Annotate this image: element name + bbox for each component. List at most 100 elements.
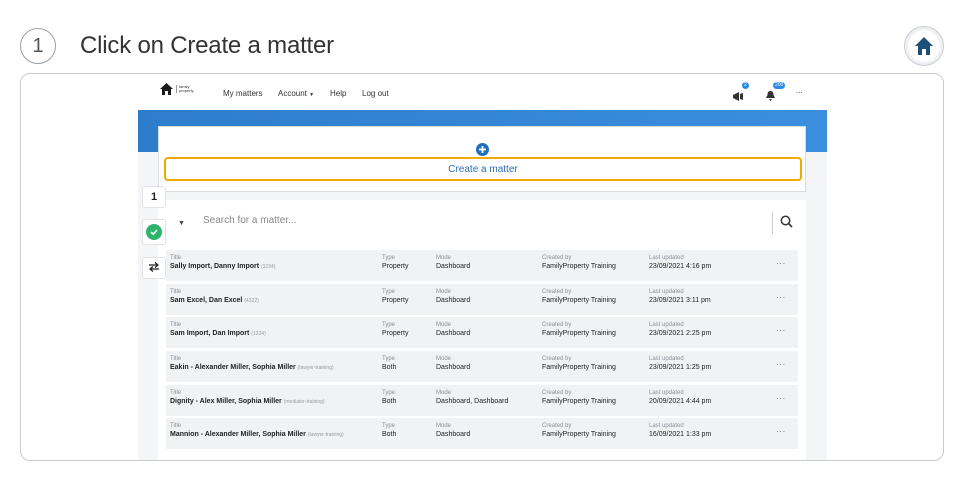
created-by-label: Created by [542, 255, 572, 261]
type-cell: Type Both [382, 422, 396, 440]
search-divider [772, 212, 773, 234]
mode-label: Mode [436, 356, 452, 363]
mode-cell: Mode Dashboard [436, 422, 470, 440]
row-more-icon[interactable]: ... [776, 291, 786, 300]
row-more-icon[interactable]: ... [776, 358, 786, 367]
created-by-label: Created by [542, 288, 572, 295]
last-updated-cell: Last updated 23/09/2021 2:25 pm [649, 321, 711, 339]
side-swap[interactable] [142, 257, 166, 279]
step-number: 1 [20, 28, 56, 64]
nav-help[interactable]: Help [330, 89, 346, 98]
type-cell: Type Property [382, 288, 408, 306]
chevron-down-icon: ▼ [309, 92, 315, 98]
title-cell: Title Sally Import, Danny Import (1234) [170, 254, 275, 272]
mode-value: Dashboard [436, 263, 471, 270]
nav-account-label: Account [278, 89, 307, 98]
created-by-cell: Created by FamilyProperty Training [542, 254, 616, 272]
home-button[interactable] [904, 26, 944, 66]
more-menu-icon[interactable]: ... [796, 86, 803, 95]
mode-label: Mode [436, 288, 452, 295]
last-updated-cell: Last updated 16/09/2021 1:33 pm [649, 422, 711, 440]
created-by-cell: Created by FamilyProperty Training [542, 355, 616, 373]
title-value: Eakin - Alexander Miller, Sophia Miller … [170, 364, 334, 372]
last-updated-value: 23/09/2021 1:25 pm [649, 364, 712, 372]
row-more-icon[interactable]: ... [776, 425, 786, 434]
nav-icons: 2 200 ... [728, 82, 823, 102]
side-step-count[interactable]: 1 [142, 186, 166, 208]
type-label: Type [382, 389, 396, 396]
search-input[interactable]: Search for a matter... [203, 215, 296, 226]
title-value: Dignity - Alex Miller, Sophia Miller (me… [170, 397, 325, 405]
created-by-value: FamilyProperty Training [542, 263, 616, 270]
last-updated-cell: Last updated 23/09/2021 1:25 pm [649, 355, 711, 373]
mode-cell: Mode Dashboard [436, 288, 470, 306]
created-by-value: FamilyProperty Training [542, 431, 616, 439]
type-label: Type [382, 288, 396, 295]
table-row[interactable]: Title Mannion - Alexander Miller, Sophia… [166, 418, 798, 450]
last-updated-cell: Last updated 20/09/2021 4:44 pm [649, 389, 711, 407]
title-label: Title [170, 322, 182, 329]
bell-icon[interactable] [766, 88, 775, 106]
table-row[interactable]: Title Eakin - Alexander Miller, Sophia M… [166, 351, 798, 383]
step-header: 1 Click on Create a matter [20, 26, 948, 68]
created-by-cell: Created by FamilyProperty Training [542, 321, 616, 339]
app-window: family property My matters Account ▼ Hel… [138, 74, 827, 460]
mode-cell: Mode Dashboard [436, 321, 470, 339]
mode-cell: Mode Dashboard [436, 254, 470, 272]
step-title: Click on Create a matter [80, 32, 334, 59]
created-by-label: Created by [542, 356, 572, 363]
screenshot-frame: family property My matters Account ▼ Hel… [20, 73, 944, 461]
logo[interactable]: family property [160, 83, 198, 95]
created-by-label: Created by [542, 322, 572, 329]
row-more-icon[interactable]: ... [776, 257, 786, 266]
type-value: Both [382, 431, 397, 439]
row-more-icon[interactable]: ... [776, 392, 786, 401]
created-by-label: Created by [542, 423, 572, 430]
last-updated-value: 23/09/2021 2:25 pm [649, 330, 712, 338]
table-row[interactable]: Title Sam Excel, Dan Excel (4322) Type P… [166, 283, 798, 315]
search-icon[interactable] [780, 215, 793, 233]
title-label: Title [170, 423, 182, 430]
nav-account[interactable]: Account ▼ [278, 89, 314, 98]
title-cell: Title Eakin - Alexander Miller, Sophia M… [170, 355, 334, 373]
type-value: Property [382, 296, 409, 304]
type-cell: Type Property [382, 254, 408, 272]
title-label: Title [170, 356, 182, 363]
create-matter-button[interactable]: Create a matter [164, 157, 802, 181]
last-updated-label: Last updated [649, 423, 684, 430]
type-label: Type [382, 322, 396, 329]
type-label: Type [382, 255, 396, 261]
type-value: Both [382, 397, 397, 405]
plus-circle-icon[interactable] [476, 143, 489, 156]
swap-arrows-icon [148, 259, 160, 277]
last-updated-label: Last updated [649, 356, 684, 363]
title-cell: Title Mannion - Alexander Miller, Sophia… [170, 422, 344, 440]
alerts-badge: 200 [773, 82, 786, 89]
table-row[interactable]: Title Sam Import, Dan Import (1234) Type… [166, 317, 798, 349]
last-updated-label: Last updated [649, 288, 684, 295]
mode-cell: Mode Dashboard, Dashboard [436, 389, 508, 407]
mode-label: Mode [436, 255, 452, 261]
table-row[interactable]: Title Dignity - Alex Miller, Sophia Mill… [166, 384, 798, 416]
created-by-label: Created by [542, 389, 572, 396]
type-label: Type [382, 356, 396, 363]
mode-label: Mode [436, 322, 452, 329]
matters-list: ▼ Search for a matter... Title Sally Imp… [158, 200, 806, 460]
last-updated-value: 16/09/2021 1:33 pm [649, 431, 712, 439]
last-updated-cell: Last updated 23/09/2021 3:11 pm [649, 288, 711, 306]
top-navigation: family property My matters Account ▼ Hel… [138, 74, 827, 110]
created-by-value: FamilyProperty Training [542, 364, 616, 372]
nav-logout[interactable]: Log out [362, 89, 389, 98]
title-label: Title [170, 389, 182, 396]
row-more-icon[interactable]: ... [776, 324, 786, 333]
megaphone-icon[interactable] [733, 88, 744, 106]
side-complete[interactable] [142, 219, 166, 245]
type-value: Property [382, 263, 409, 270]
collapse-chevron-icon[interactable]: ▼ [178, 220, 185, 227]
nav-my-matters[interactable]: My matters [223, 89, 263, 98]
table-row[interactable]: Title Sally Import, Danny Import (1234) … [166, 250, 798, 281]
type-label: Type [382, 423, 396, 430]
last-updated-cell: Last updated 23/09/2021 4:16 pm [649, 254, 711, 272]
search-row: ▼ Search for a matter... [158, 200, 806, 244]
mode-value: Dashboard [436, 296, 471, 304]
